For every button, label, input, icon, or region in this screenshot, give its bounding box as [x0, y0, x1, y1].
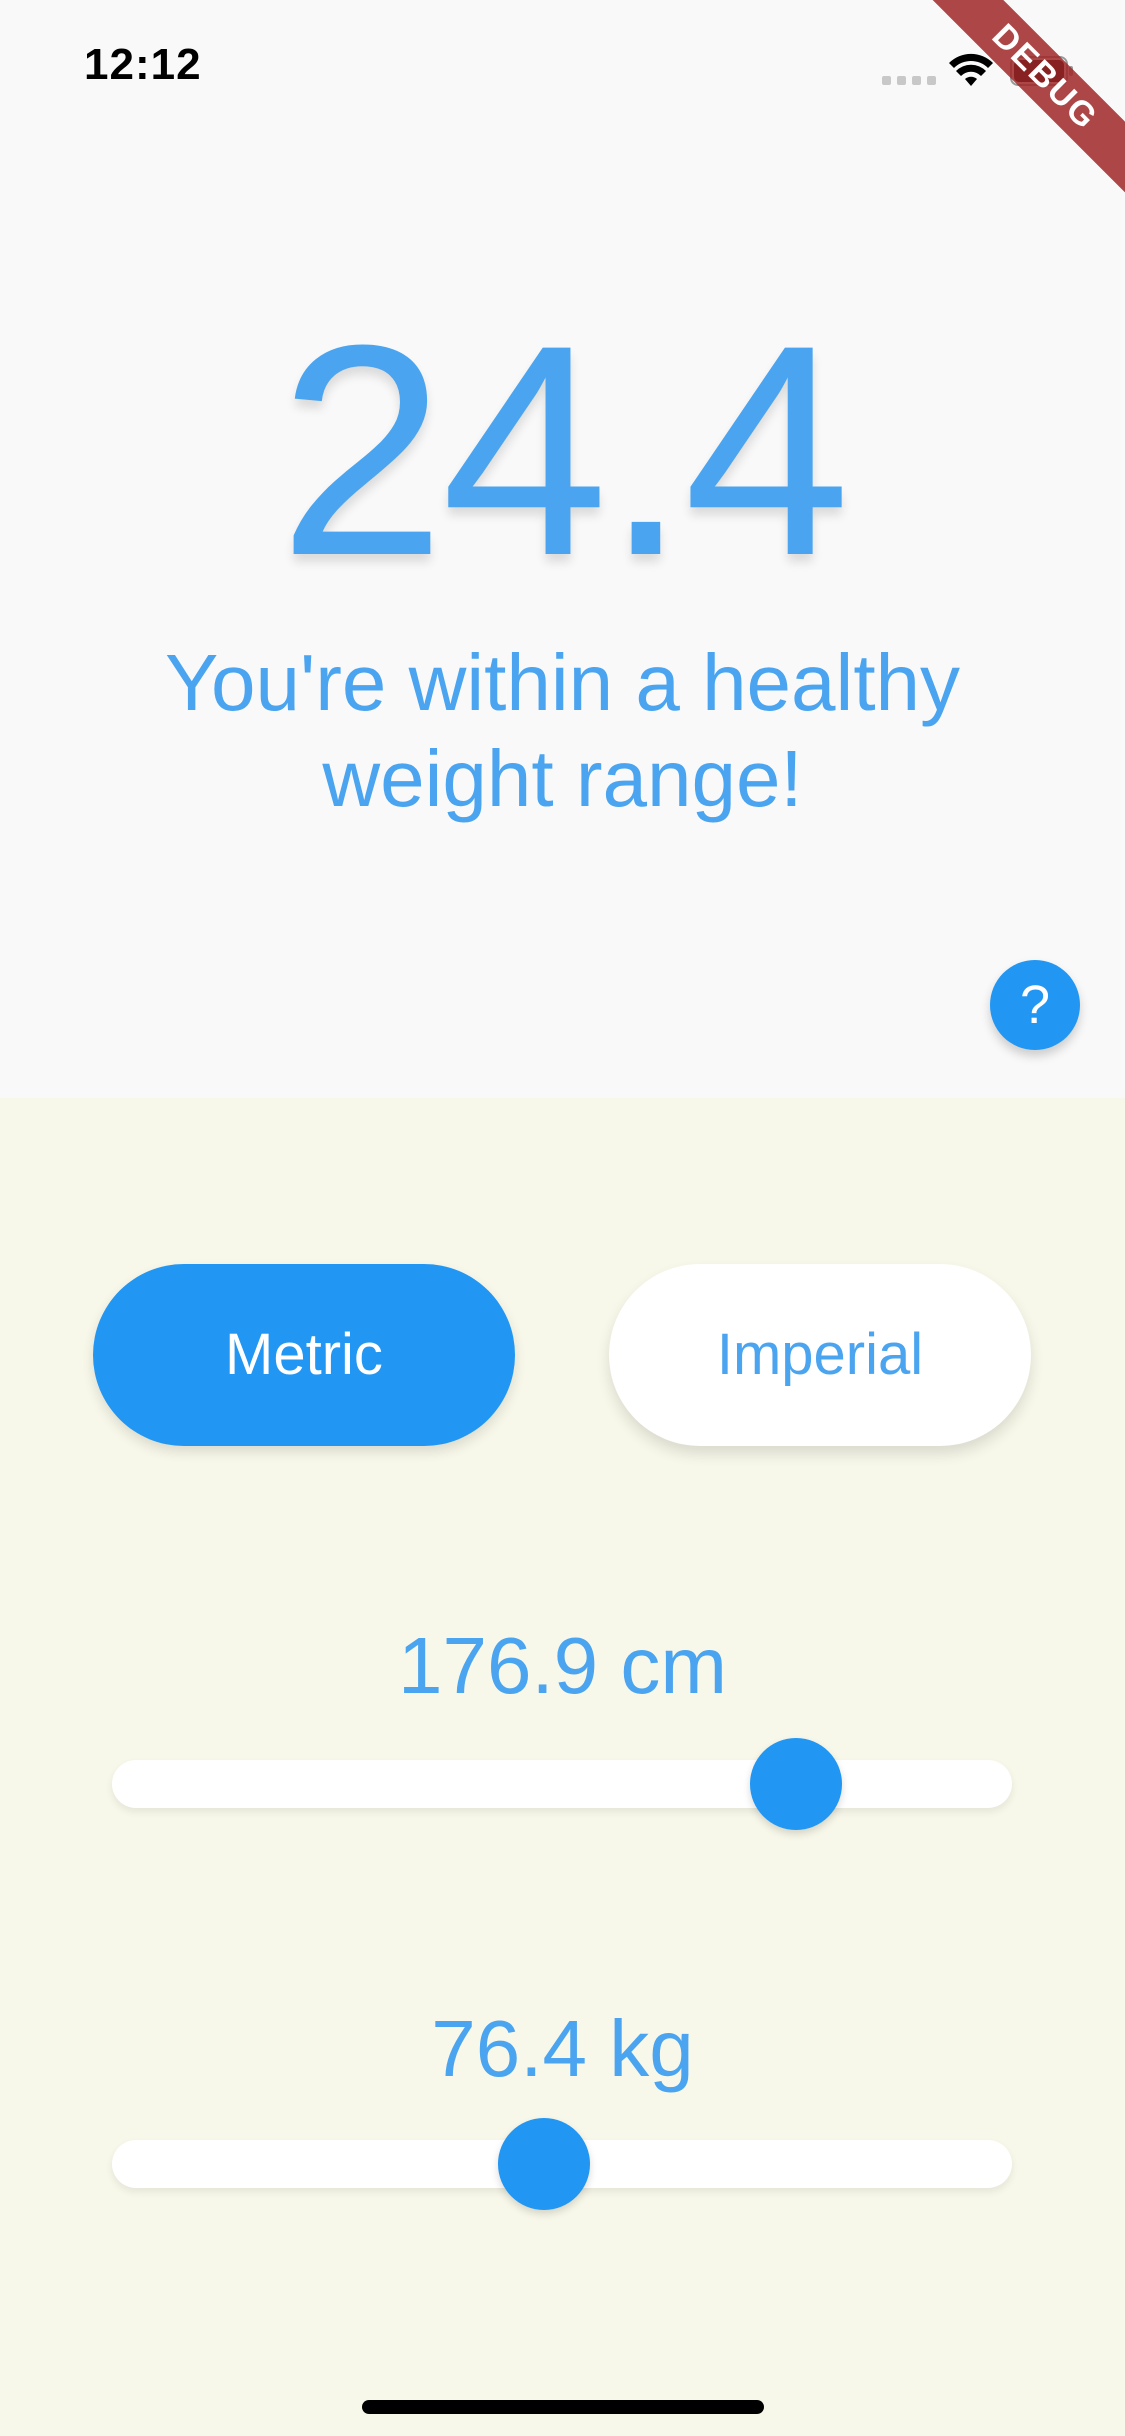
help-button[interactable]: ? — [990, 960, 1080, 1050]
input-panel: Metric Imperial 176.9 cm 76.4 kg — [0, 1098, 1125, 2436]
home-indicator — [362, 2400, 764, 2414]
height-slider[interactable] — [112, 1738, 1012, 1830]
imperial-button[interactable]: Imperial — [609, 1264, 1031, 1446]
height-value-label: 176.9 cm — [397, 1621, 728, 1710]
weight-slider[interactable] — [112, 2118, 1012, 2210]
cellular-signal-icon — [882, 76, 936, 85]
weight-value-label: 76.4 kg — [431, 2004, 694, 2093]
bmi-value: 24.4 — [278, 282, 851, 618]
weight-slider-thumb[interactable] — [498, 2118, 590, 2210]
height-slider-thumb[interactable] — [750, 1738, 842, 1830]
bmi-calculator-screen: 24.4 You're within a healthy weight rang… — [0, 0, 1125, 2436]
result-panel: 24.4 You're within a healthy weight rang… — [0, 0, 1125, 1098]
bmi-message: You're within a healthy weight range! — [164, 638, 961, 823]
status-time: 12:12 — [84, 40, 202, 89]
metric-button[interactable]: Metric — [93, 1264, 515, 1446]
